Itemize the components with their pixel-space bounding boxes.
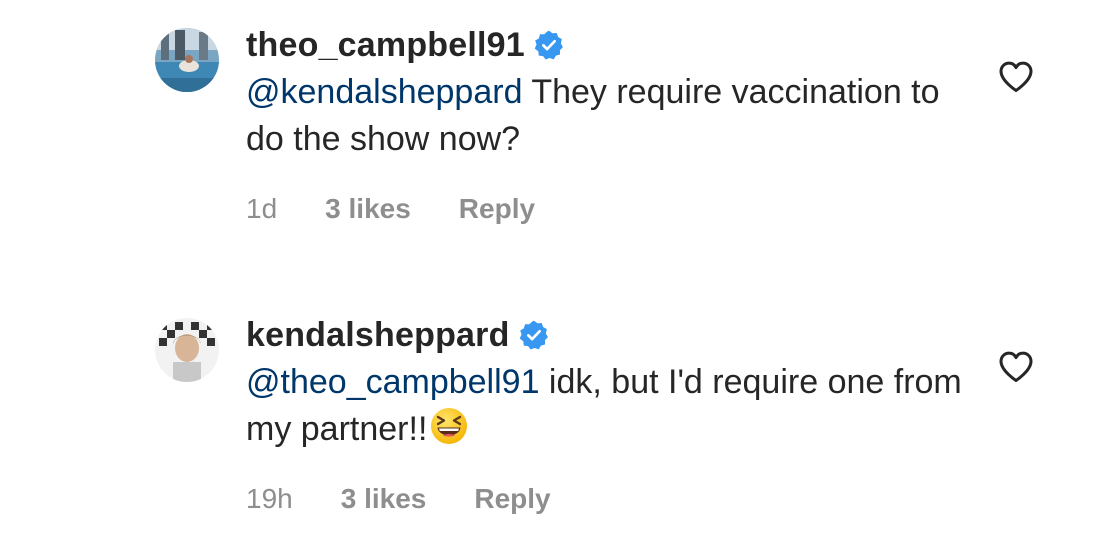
comment-meta: 1d 3 likes Reply — [246, 193, 966, 225]
mention-link[interactable]: @kendalsheppard — [246, 73, 522, 111]
heart-icon[interactable] — [998, 350, 1034, 384]
avatar[interactable] — [155, 318, 219, 382]
likes-count[interactable]: 3 likes — [341, 483, 427, 515]
heart-icon[interactable] — [998, 60, 1034, 94]
likes-count[interactable]: 3 likes — [325, 193, 411, 225]
username[interactable]: theo_campbell91 — [246, 26, 525, 65]
comment-meta: 19h 3 likes Reply — [246, 483, 966, 515]
username-line: kendalsheppard — [246, 312, 966, 358]
avatar-photo — [155, 318, 219, 382]
verified-badge-icon — [519, 320, 548, 350]
comment-body: kendalsheppard @theo_campbell91 idk, but… — [246, 312, 966, 515]
username-line: theo_campbell91 — [246, 22, 966, 68]
mention-link[interactable]: @theo_campbell91 — [246, 363, 539, 401]
comment-text: @kendalsheppard They require vaccination… — [246, 69, 966, 163]
verified-badge-icon — [534, 30, 563, 60]
timestamp[interactable]: 1d — [246, 193, 277, 225]
comment-body: theo_campbell91 @kendalsheppard They req… — [246, 22, 966, 225]
grinning-squinting-face-emoji-icon — [431, 408, 468, 444]
comment-text: @theo_campbell91 idk, but I'd require on… — [246, 359, 966, 453]
username[interactable]: kendalsheppard — [246, 316, 510, 355]
timestamp[interactable]: 19h — [246, 483, 293, 515]
avatar[interactable] — [155, 28, 219, 92]
avatar-photo — [155, 28, 219, 92]
reply-button[interactable]: Reply — [459, 193, 535, 225]
reply-button[interactable]: Reply — [474, 483, 550, 515]
